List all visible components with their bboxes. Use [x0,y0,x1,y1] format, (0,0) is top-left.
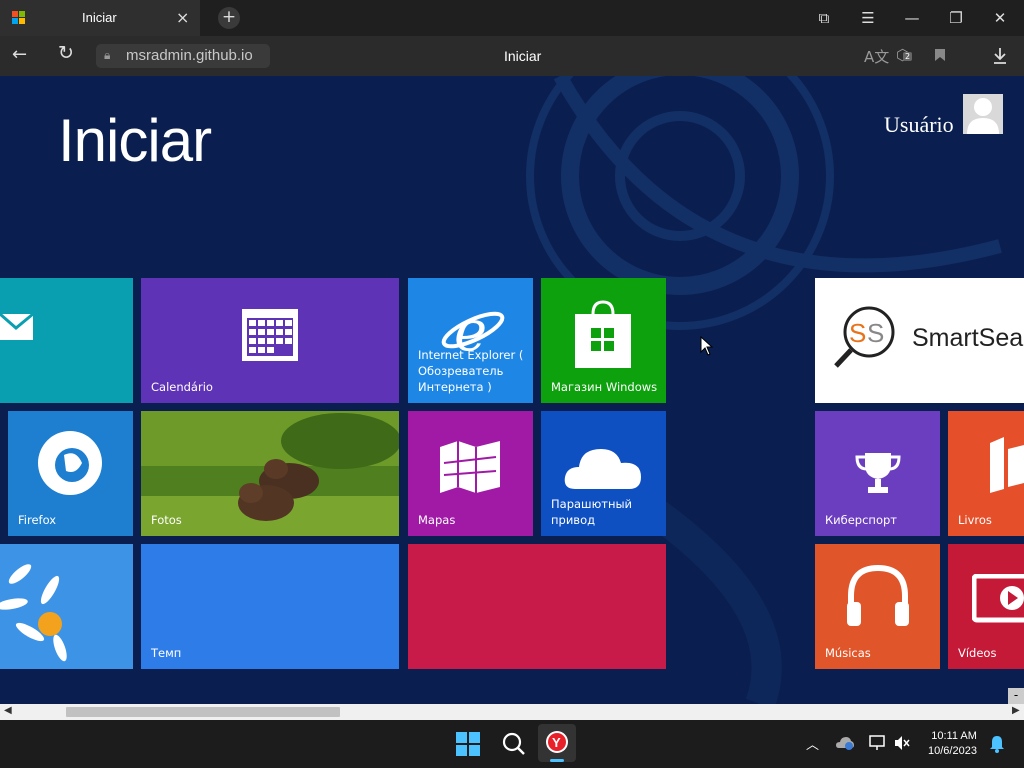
store-bag-icon [575,300,631,368]
restore-button[interactable]: ❐ [944,6,968,30]
scroll-right-icon[interactable]: ▶ [1012,705,1020,716]
volume-muted-icon[interactable] [894,735,910,751]
tile-news[interactable] [408,544,666,669]
calendar-icon [242,309,298,361]
tile-desktop[interactable] [0,544,133,669]
tile-weather-label: Темп [151,646,182,660]
mouse-cursor-icon [700,336,714,356]
start-menu-icon[interactable] [456,732,480,756]
tile-firefox-label: Firefox [18,513,57,527]
mail-icon [0,312,34,340]
tab-title: Iniciar [82,10,117,25]
tile-videos[interactable]: Vídeos [948,544,1024,669]
clock-date: 10/6/2023 [928,745,977,757]
start-screen: Iniciar Usuário Calendário e Internet Ex… [0,76,1024,704]
trophy-icon [855,453,901,493]
back-arrow-icon[interactable]: ← [12,44,27,65]
tab-bar: Iniciar × + ⧉ ☰ — ❐ ✕ [0,0,1024,36]
tile-maps[interactable]: Mapas [408,411,533,536]
translate-icon[interactable]: A文 [864,46,889,67]
tile-skydrive-label: Парашютный привод [551,497,633,527]
svg-text:S: S [849,318,866,348]
daisy-wallpaper [0,544,133,669]
menu-button[interactable]: ☰ [856,6,880,30]
cloud-icon [564,449,641,489]
tile-store-label: Магазин Windows [551,380,658,394]
tile-internet-explorer[interactable]: e Internet Explorer ( Обозреватель Интер… [408,278,533,403]
tile-music-label: Músicas [825,646,871,660]
tile-weather[interactable]: Темп [141,544,399,669]
start-title: Iniciar [58,107,212,174]
tile-esports-label: Киберспорт [825,513,897,527]
tile-firefox[interactable]: Firefox [8,411,133,536]
active-indicator [550,759,564,762]
tile-calendar[interactable]: Calendário [141,278,399,403]
reload-icon[interactable]: ↻ [58,42,74,64]
tabs-overview-button[interactable]: ⧉ [812,6,836,30]
svg-text:Y: Y [552,735,561,750]
tile-smartsearch[interactable]: S S SmartSea [815,278,1024,403]
address-bar: ← ↻ 🔒︎ msradmin.github.io Iniciar A文 ⬡ 2 [0,36,1024,76]
tab-close-icon[interactable]: × [176,8,189,27]
chevron-up-icon[interactable]: ︿ [806,734,819,753]
collapse-button[interactable]: - [1008,688,1024,704]
tile-books[interactable]: Livros [948,411,1024,536]
tile-calendar-label: Calendário [151,380,213,394]
headphones-icon [847,564,909,626]
user-avatar[interactable] [963,94,1003,134]
firefox-icon [38,431,102,495]
user-name[interactable]: Usuário [884,112,954,138]
lock-icon[interactable]: 🔒︎ [104,48,110,63]
tile-mail[interactable] [0,278,133,403]
scrollbar-thumb[interactable] [66,707,340,717]
tab-iniciar[interactable]: Iniciar × [0,0,200,36]
horizontal-scrollbar[interactable]: ◀ ▶ [0,704,1024,720]
url-text: msradmin.github.io [126,47,253,64]
windows-logo-icon [12,11,25,24]
close-window-button[interactable]: ✕ [988,6,1012,30]
tile-store[interactable]: Магазин Windows [541,278,666,403]
scroll-left-icon[interactable]: ◀ [4,705,12,716]
bookmark-icon[interactable] [934,48,946,62]
minimize-button[interactable]: — [900,6,924,30]
download-icon[interactable] [992,47,1008,65]
network-icon[interactable] [868,735,886,751]
tile-photos-label: Fotos [151,513,182,527]
onedrive-icon[interactable] [836,736,854,750]
tile-esports[interactable]: Киберспорт [815,411,940,536]
books-icon [990,437,1024,493]
yandex-browser-taskbar-button[interactable]: Y [538,724,576,762]
taskbar: Y ︿ 10:11 AM 10/6/2023 [0,720,1024,768]
clock[interactable]: 10:11 AM 10/6/2023 [928,729,977,759]
search-icon[interactable] [502,732,526,756]
page-title: Iniciar [504,48,542,64]
new-tab-button[interactable]: + [218,7,240,29]
notification-bell-icon[interactable] [989,735,1005,753]
tile-music[interactable]: Músicas [815,544,940,669]
blocked-count-badge: 2 [903,52,913,61]
url-field[interactable]: 🔒︎ msradmin.github.io [96,44,270,68]
tile-smartsearch-label: SmartSea [912,324,1024,352]
tile-maps-label: Mapas [418,513,456,527]
tile-skydrive[interactable]: Парашютный привод [541,411,666,536]
magnifier-icon: S S [834,306,895,368]
tile-photos[interactable]: Fotos [141,411,399,536]
tile-books-label: Livros [958,513,992,527]
map-icon [440,441,500,493]
clock-time: 10:11 AM [931,730,977,742]
video-icon [972,574,1024,623]
user-icon [967,98,999,134]
tile-ie-label: Internet Explorer ( Обозреватель Интерне… [418,348,524,394]
tile-videos-label: Vídeos [958,646,997,660]
svg-text:S: S [867,318,884,348]
yandex-browser-icon: Y [546,731,568,753]
